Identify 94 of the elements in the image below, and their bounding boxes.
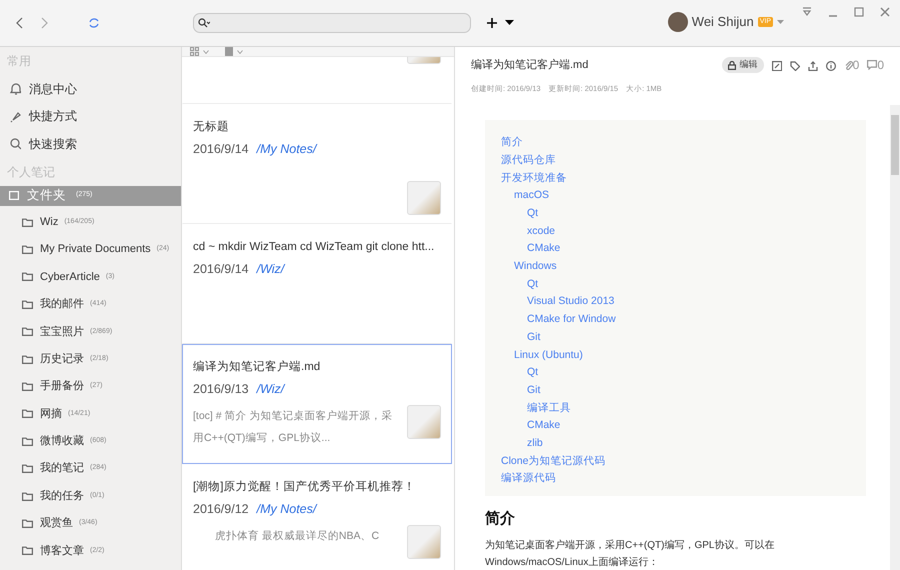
- close-icon[interactable]: [880, 7, 890, 17]
- toc-link[interactable]: Qt: [527, 276, 538, 294]
- paragraph: 为知笔记桌面客户端开源，采用C++(QT)编写，GPL协议。可以在Windows/macOS/Linux上面编译运行：: [485, 538, 776, 570]
- forward-icon[interactable]: [40, 17, 48, 30]
- folder-icon: [22, 518, 33, 528]
- scrollbar[interactable]: [890, 105, 900, 570]
- search-icon: [198, 18, 210, 28]
- attachments-button[interactable]: 0: [844, 59, 860, 71]
- caret-icon: [237, 50, 243, 54]
- folder-icon: [22, 354, 33, 364]
- edit-button[interactable]: 编辑: [722, 57, 764, 73]
- toc-link[interactable]: 简介: [501, 134, 523, 152]
- bell-icon: [9, 82, 21, 96]
- folder-icon: [22, 300, 33, 309]
- toc-link[interactable]: CMake: [527, 240, 560, 258]
- note-item[interactable]: cd ~ mkdir WizTeam cd WizTeam git clone htt... 2016/9/14 /Wiz/: [182, 224, 452, 344]
- toc-link[interactable]: 源代码仓库: [501, 152, 556, 170]
- sort-button[interactable]: [225, 47, 243, 56]
- maximize-icon[interactable]: [854, 7, 864, 17]
- toc-link[interactable]: xcode: [527, 222, 556, 240]
- comments-button[interactable]: 0: [867, 59, 884, 71]
- caret-icon[interactable]: [777, 20, 784, 24]
- toc-link[interactable]: 编译源代码: [501, 470, 556, 488]
- note-date: 2016/9/14: [193, 141, 249, 158]
- folder-icon: [22, 218, 33, 227]
- toc-link[interactable]: Git: [527, 382, 540, 400]
- caret-icon: [203, 50, 209, 54]
- toc-link[interactable]: Visual Studio 2013: [527, 293, 614, 312]
- toc-link[interactable]: Git: [527, 328, 540, 346]
- note-item[interactable]: [潮物]原力觉醒！国产优秀平价耳机推荐！ 2016/9/12 /My Notes/ 虎扑体育 最权威最详尽的NBA、C: [182, 464, 452, 570]
- note-title: cd ~ mkdir WizTeam cd WizTeam git clone htt...: [193, 240, 436, 255]
- toc-link[interactable]: Linux (Ubuntu): [514, 346, 583, 364]
- back-icon[interactable]: [16, 17, 24, 30]
- toc-link[interactable]: Qt: [527, 364, 538, 382]
- folder-link[interactable]: /My Notes/: [256, 500, 316, 519]
- comment-icon: [867, 60, 878, 70]
- toc-link[interactable]: Qt: [527, 205, 538, 223]
- sync-icon[interactable]: [88, 17, 100, 30]
- caret-icon: [505, 20, 514, 26]
- folder-icon: [22, 409, 33, 418]
- note-title: 编译为知笔记客户端.md: [193, 359, 322, 375]
- avatar[interactable]: [668, 12, 688, 32]
- note-title: 无标题: [193, 120, 230, 135]
- note-item[interactable]: 编译为知笔记客户端.md 2016/9/13 /Wiz/ [toc] # 简介 为知笔记桌面客户端开源，采用C++(QT)编写，GPL协议...: [182, 344, 452, 464]
- note-snippet: [toc] # 简介 为知笔记桌面客户端开源，采用C++(QT)编写，GPL协议...: [193, 409, 394, 446]
- share-icon: [808, 60, 818, 71]
- info-icon: [826, 60, 836, 71]
- toc-link[interactable]: CMake for Window: [527, 311, 616, 329]
- toc-link[interactable]: zlib: [527, 434, 543, 453]
- folder-icon: [22, 245, 33, 254]
- note-date: 2016/9/14: [193, 261, 249, 278]
- lock-icon: [728, 60, 736, 70]
- folder-icon: [22, 546, 33, 556]
- folder-icon: [22, 327, 33, 336]
- folder-link[interactable]: /Wiz/: [256, 260, 284, 279]
- folder-link[interactable]: /Wiz/: [256, 380, 284, 399]
- note-item[interactable]: 无标题 2016/9/14 /My Notes/: [182, 104, 452, 224]
- document-title: 编译为知笔记客户端.md: [471, 58, 588, 73]
- sidebar-item[interactable]: 快速搜索: [0, 130, 181, 158]
- toc-link[interactable]: 开发环境准备: [501, 170, 567, 188]
- search-field[interactable]: [193, 13, 471, 33]
- folder-link[interactable]: /My Notes/: [256, 140, 316, 159]
- section-heading: 简介: [485, 509, 516, 529]
- paperclip-icon: [844, 60, 853, 70]
- toc-link[interactable]: CMake: [527, 417, 560, 435]
- note-date: 2016/9/12: [193, 501, 249, 518]
- folder-icon: [9, 191, 19, 200]
- toc-link[interactable]: Clone为知笔记源代码: [501, 452, 606, 470]
- folder-icon: [22, 436, 33, 446]
- new-note-button[interactable]: [487, 18, 514, 28]
- note-date: 2016/9/13: [193, 381, 249, 398]
- folder-icon: [22, 382, 33, 392]
- sidebar-item[interactable]: 消息中心: [0, 75, 181, 102]
- fullscreen-icon: [772, 60, 782, 71]
- note-snippet: 虎扑体育 最权威最详尽的NBA、C: [214, 529, 380, 544]
- toc-link[interactable]: macOS: [514, 187, 550, 205]
- sidebar-item[interactable]: 快捷方式: [0, 102, 181, 130]
- grid-icon: [190, 47, 199, 56]
- tag-icon: [790, 60, 800, 71]
- folder-icon: [22, 464, 33, 474]
- info-button[interactable]: [826, 59, 836, 71]
- user-name[interactable]: Wei Shijun: [692, 12, 754, 32]
- fullscreen-button[interactable]: [772, 59, 782, 71]
- columns-icon: [225, 47, 233, 56]
- note-title: [潮物]原力觉醒！国产优秀平价耳机推荐！: [193, 480, 416, 495]
- plus-icon: [487, 18, 497, 28]
- folder-icon: [22, 272, 33, 282]
- tag-button[interactable]: [790, 59, 800, 71]
- search-icon: [9, 137, 21, 150]
- toc-link[interactable]: Windows: [514, 258, 557, 276]
- share-button[interactable]: [808, 59, 818, 71]
- folder-icon: [22, 492, 33, 501]
- toc-link[interactable]: 编译工具: [527, 400, 571, 418]
- view-mode-button[interactable]: [190, 47, 209, 56]
